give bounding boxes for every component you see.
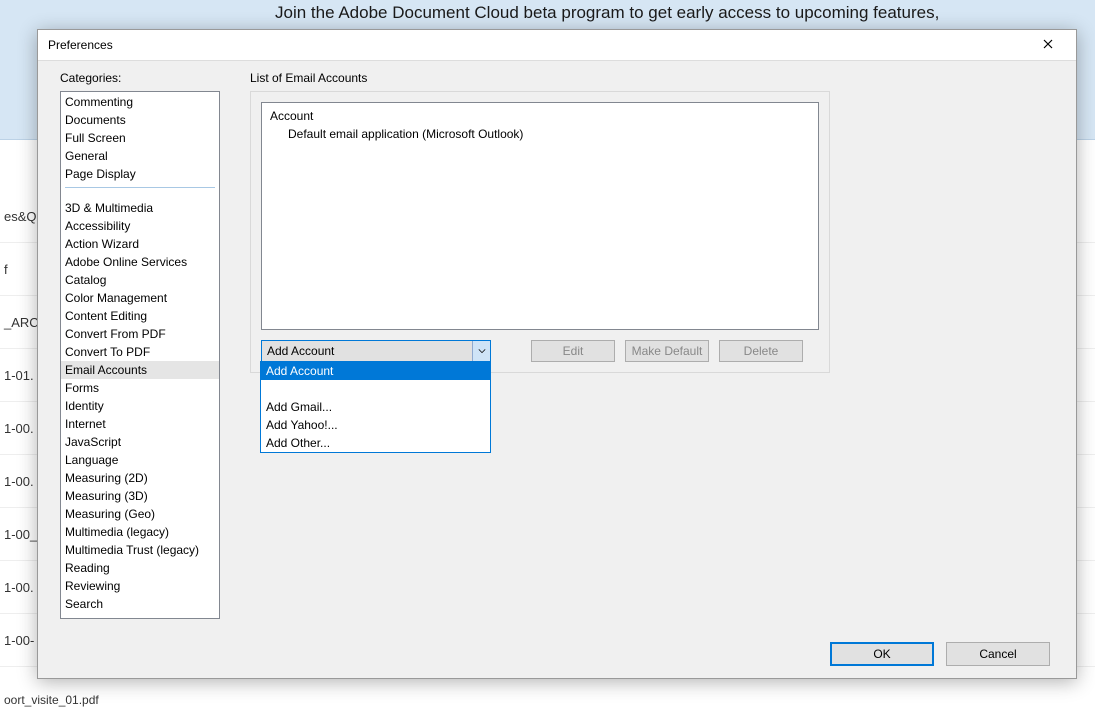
category-item[interactable]: Forms [61, 379, 219, 397]
delete-button[interactable]: Delete [719, 340, 803, 362]
close-button[interactable] [1030, 33, 1066, 57]
category-item[interactable]: Adobe Online Services [61, 253, 219, 271]
close-icon [1043, 38, 1053, 52]
edit-button[interactable]: Edit [531, 340, 615, 362]
category-item[interactable]: Content Editing [61, 307, 219, 325]
chevron-down-icon [472, 341, 490, 361]
category-item[interactable]: Reviewing [61, 577, 219, 595]
category-item[interactable]: 3D & Multimedia [61, 199, 219, 217]
combo-option[interactable]: Add Yahoo!... [261, 416, 490, 434]
combo-option[interactable]: Add Account [261, 362, 490, 380]
dialog-body: Categories: CommentingDocumentsFull Scre… [38, 60, 1076, 678]
group-label-email-accounts: List of Email Accounts [250, 71, 1058, 85]
dialog-titlebar: Preferences [38, 30, 1076, 60]
settings-panel: List of Email Accounts Account Default e… [250, 71, 1058, 373]
banner-text: Join the Adobe Document Cloud beta progr… [275, 3, 939, 23]
category-item[interactable]: Convert From PDF [61, 325, 219, 343]
category-item[interactable]: JavaScript [61, 433, 219, 451]
category-item[interactable]: Search [61, 595, 219, 613]
categories-label: Categories: [60, 71, 220, 85]
background-filename: oort_visite_01.pdf [4, 693, 99, 707]
category-item[interactable]: Convert To PDF [61, 343, 219, 361]
category-item[interactable]: Accessibility [61, 217, 219, 235]
category-item[interactable]: Identity [61, 397, 219, 415]
cancel-button[interactable]: Cancel [946, 642, 1050, 666]
category-item[interactable]: Email Accounts [61, 361, 219, 379]
category-item[interactable]: Catalog [61, 271, 219, 289]
category-item[interactable]: Documents [61, 111, 219, 129]
category-item[interactable]: Page Display [61, 165, 219, 183]
account-actions-row: Add Account Add AccountAdd Gmail...Add Y… [261, 340, 819, 362]
categories-list[interactable]: CommentingDocumentsFull ScreenGeneralPag… [60, 91, 220, 619]
email-accounts-group: Account Default email application (Micro… [250, 91, 830, 373]
make-default-button[interactable]: Make Default [625, 340, 709, 362]
combo-selected-label: Add Account [267, 344, 334, 358]
category-item[interactable]: General [61, 147, 219, 165]
ok-button[interactable]: OK [830, 642, 934, 666]
category-item[interactable]: Action Wizard [61, 235, 219, 253]
category-item[interactable]: Measuring (3D) [61, 487, 219, 505]
category-item[interactable]: Color Management [61, 289, 219, 307]
combo-option[interactable]: Add Other... [261, 434, 490, 452]
category-item[interactable]: Internet [61, 415, 219, 433]
account-column-header: Account [270, 109, 810, 123]
combo-option-spacer [261, 380, 490, 398]
dialog-footer: OK Cancel [830, 642, 1050, 666]
combo-option[interactable]: Add Gmail... [261, 398, 490, 416]
add-account-combo[interactable]: Add Account Add AccountAdd Gmail...Add Y… [261, 340, 491, 362]
category-item[interactable]: Commenting [61, 93, 219, 111]
category-item[interactable]: Measuring (Geo) [61, 505, 219, 523]
email-accounts-list[interactable]: Account Default email application (Micro… [261, 102, 819, 330]
category-item[interactable]: Full Screen [61, 129, 219, 147]
category-item[interactable]: Reading [61, 559, 219, 577]
account-row[interactable]: Default email application (Microsoft Out… [270, 127, 810, 141]
dialog-title: Preferences [48, 38, 113, 52]
categories-panel: Categories: CommentingDocumentsFull Scre… [60, 71, 220, 619]
category-item[interactable]: Multimedia (legacy) [61, 523, 219, 541]
category-item[interactable]: Multimedia Trust (legacy) [61, 541, 219, 559]
category-item[interactable]: Measuring (2D) [61, 469, 219, 487]
category-separator [65, 187, 215, 195]
preferences-dialog: Preferences Categories: CommentingDocume… [37, 29, 1077, 679]
add-account-dropdown[interactable]: Add Account Add Gmail...Add Yahoo!...Add … [260, 361, 491, 453]
add-account-combo-button[interactable]: Add Account [261, 340, 491, 362]
category-item[interactable]: Language [61, 451, 219, 469]
